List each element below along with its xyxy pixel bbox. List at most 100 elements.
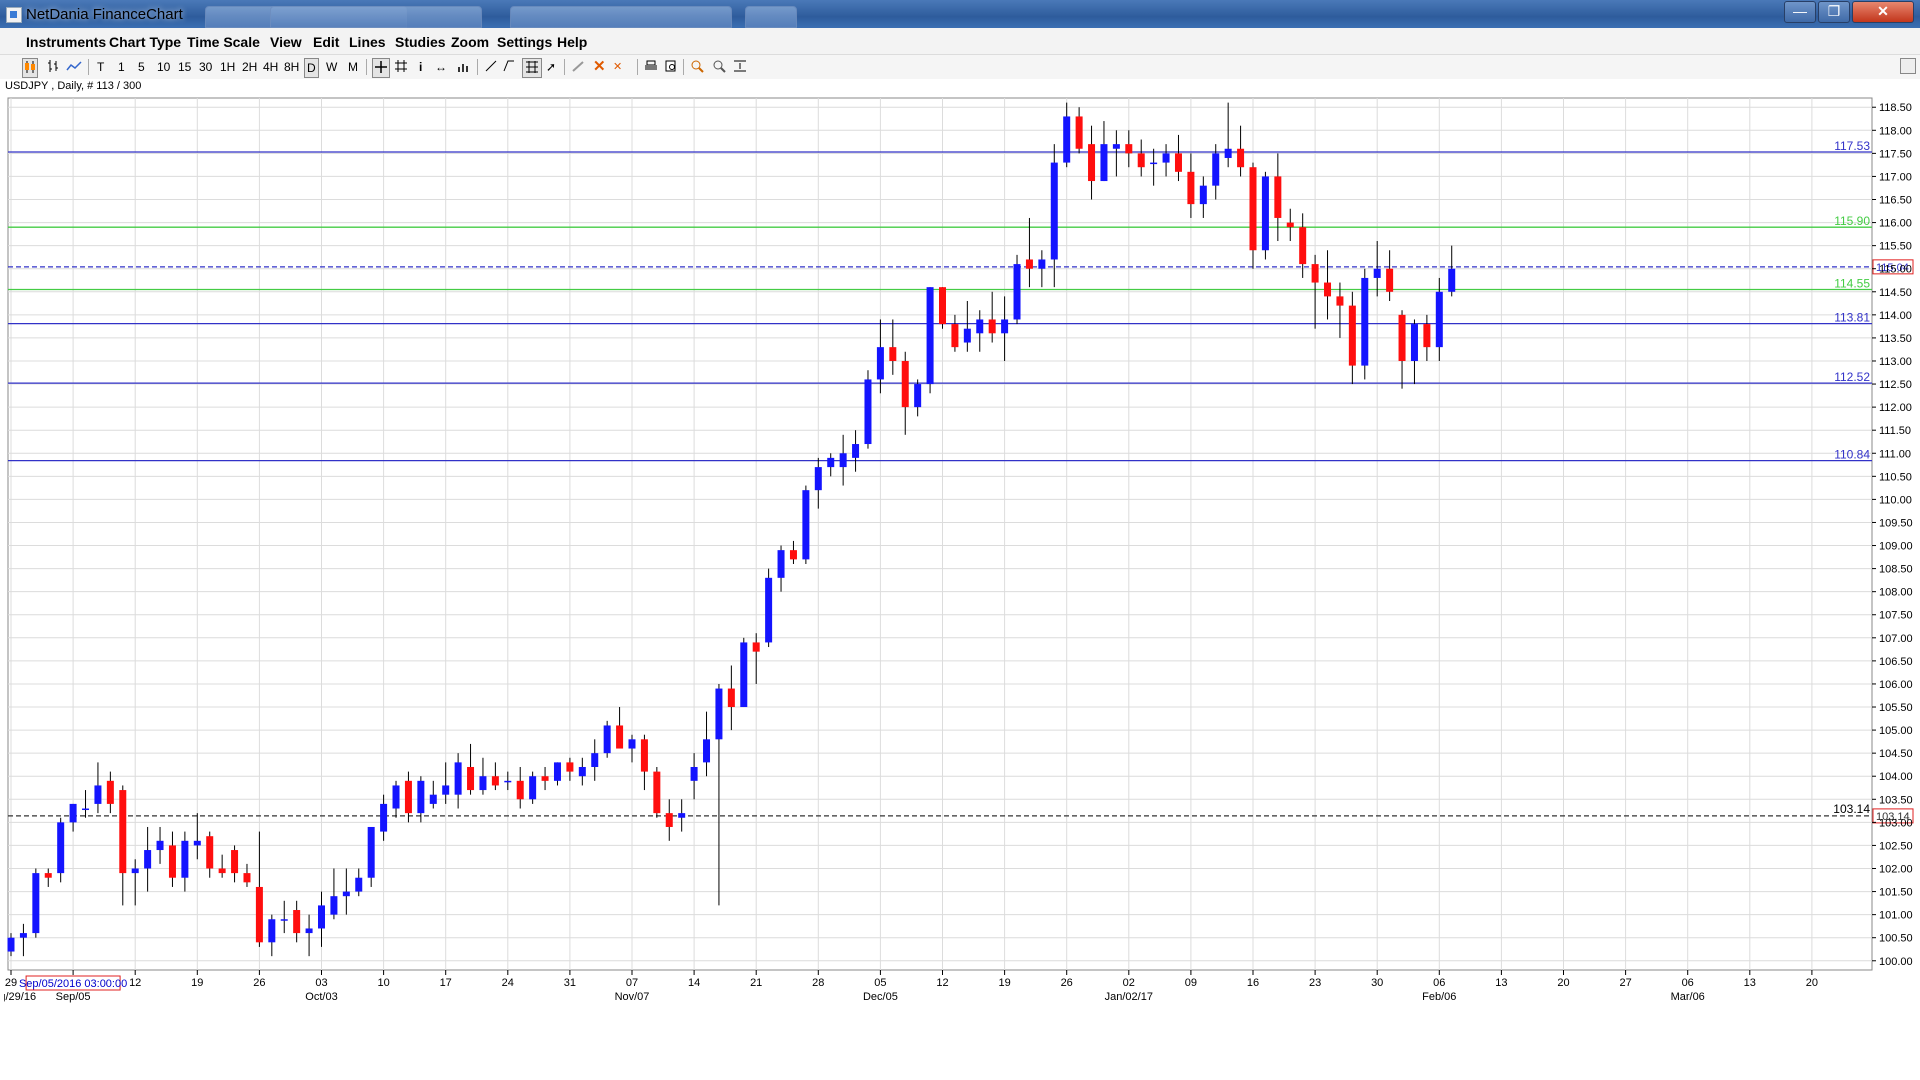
close-button[interactable]: ✕ xyxy=(1852,1,1914,23)
timescale-d[interactable]: D xyxy=(304,58,319,78)
trendline-icon[interactable] xyxy=(484,58,498,76)
line-icon[interactable] xyxy=(66,58,82,76)
candle-up xyxy=(19,933,27,938)
candle-down xyxy=(168,845,176,878)
x-period-label: Aug/29/16 xyxy=(4,991,36,1003)
candle-up xyxy=(1150,162,1158,165)
candle-down xyxy=(1125,144,1133,154)
candle-up xyxy=(814,467,822,491)
y-tick-label: 113.00 xyxy=(1879,356,1912,368)
candle-up xyxy=(1001,319,1009,334)
price-chart[interactable]: 117.53 115.90 114.55 113.81 112.52 110.84 115.… xyxy=(4,94,1920,1008)
candle-up xyxy=(57,822,65,874)
candle-up xyxy=(914,384,922,408)
timescale-10[interactable]: 10 xyxy=(157,58,170,76)
x-tick-label: 31 xyxy=(564,977,576,989)
y-tick-label: 101.50 xyxy=(1879,887,1913,899)
candle-up xyxy=(839,453,847,468)
x-tick-label: 16 xyxy=(1247,977,1259,989)
candle-up xyxy=(131,868,139,874)
x-period-label: Sep/05 xyxy=(56,991,91,1003)
menu-view[interactable]: View xyxy=(270,34,302,50)
candle-down xyxy=(901,360,909,408)
timescale-1h[interactable]: 1H xyxy=(220,58,235,76)
menu-edit[interactable]: Edit xyxy=(313,34,339,50)
print-icon[interactable] xyxy=(644,58,658,76)
background-tab[interactable] xyxy=(510,6,732,28)
candle-up xyxy=(268,919,276,943)
menu-zoom[interactable]: Zoom xyxy=(451,34,489,50)
menu-studies[interactable]: Studies xyxy=(395,34,446,50)
candle-up xyxy=(1212,153,1220,186)
candle-up xyxy=(305,928,313,934)
timescale-2h[interactable]: 2H xyxy=(242,58,257,76)
candle-up xyxy=(1224,148,1232,158)
candle-down xyxy=(1174,153,1182,172)
y-tick-label: 111.00 xyxy=(1879,448,1911,460)
print-preview-icon[interactable] xyxy=(664,58,678,76)
fit-icon[interactable] xyxy=(733,58,747,76)
candle-up xyxy=(1162,153,1170,163)
timescale-8h[interactable]: 8H xyxy=(284,58,299,76)
candle-up xyxy=(504,780,512,783)
pen-icon[interactable] xyxy=(571,58,585,76)
menu-instruments[interactable]: Instruments xyxy=(26,34,106,50)
y-tick-label: 113.50 xyxy=(1879,333,1912,345)
timescale-t[interactable]: T xyxy=(97,58,104,76)
candle-up xyxy=(1038,259,1046,269)
y-tick-label: 100.50 xyxy=(1879,933,1913,945)
bar-icon[interactable] xyxy=(46,58,60,76)
arrows-icon[interactable]: ↔ xyxy=(435,58,447,76)
candle-down xyxy=(727,688,735,708)
maximize-button[interactable]: ❐ xyxy=(1818,1,1850,23)
timescale-4h[interactable]: 4H xyxy=(263,58,278,76)
grid-icon[interactable] xyxy=(394,58,408,76)
candle-down xyxy=(616,725,624,749)
candlestick-icon[interactable] xyxy=(22,58,38,78)
cursor-icon[interactable]: ➚ xyxy=(546,58,556,76)
x-tick-label: 24 xyxy=(502,977,514,989)
candle-up xyxy=(703,739,711,763)
crosshair-icon[interactable] xyxy=(372,58,390,78)
info-icon[interactable]: i xyxy=(419,58,422,76)
candle-down xyxy=(1286,222,1294,228)
menu-chart-type[interactable]: Chart Type xyxy=(109,34,181,50)
y-tick-label: 101.00 xyxy=(1879,910,1913,922)
timescale-5[interactable]: 5 xyxy=(138,58,145,76)
candle-up xyxy=(355,877,363,892)
candle-down xyxy=(516,780,524,800)
timescale-30[interactable]: 30 xyxy=(199,58,212,76)
y-tick-label: 109.50 xyxy=(1879,517,1913,529)
menu-help[interactable]: Help xyxy=(557,34,587,50)
candle-down xyxy=(1187,171,1195,205)
candle-up xyxy=(777,550,785,578)
delete-icon[interactable]: ✕ xyxy=(593,58,606,76)
panel-toggle-button[interactable] xyxy=(1900,58,1916,74)
candle-down xyxy=(951,324,959,348)
background-tab[interactable] xyxy=(270,6,482,28)
timescale-1[interactable]: 1 xyxy=(118,58,125,76)
x-tick-label: 26 xyxy=(1061,977,1073,989)
candle-down xyxy=(1423,324,1431,348)
trendline-channel-icon[interactable] xyxy=(502,58,516,76)
toolbar-separator xyxy=(477,59,478,75)
x-tick-label: 09 xyxy=(1185,977,1197,989)
zoom-in-icon[interactable] xyxy=(690,58,704,76)
fibonacci-icon[interactable] xyxy=(522,58,542,78)
reference-label: 103.14 xyxy=(1833,802,1870,816)
delete-all-icon[interactable]: ✕ xyxy=(613,58,622,76)
candle-up xyxy=(1448,268,1456,292)
x-tick-label: 17 xyxy=(440,977,452,989)
new-tab-button[interactable] xyxy=(745,6,797,28)
timescale-m[interactable]: M xyxy=(348,58,358,76)
volume-icon[interactable] xyxy=(456,58,472,76)
minimize-button[interactable]: — xyxy=(1784,1,1816,23)
menu-lines[interactable]: Lines xyxy=(349,34,386,50)
menu-settings[interactable]: Settings xyxy=(497,34,552,50)
zoom-out-icon[interactable] xyxy=(712,58,726,76)
menu-time-scale[interactable]: Time Scale xyxy=(187,34,260,50)
timescale-w[interactable]: W xyxy=(326,58,337,76)
candle-up xyxy=(827,457,835,468)
y-tick-label: 115.00 xyxy=(1879,264,1912,276)
timescale-15[interactable]: 15 xyxy=(178,58,191,76)
